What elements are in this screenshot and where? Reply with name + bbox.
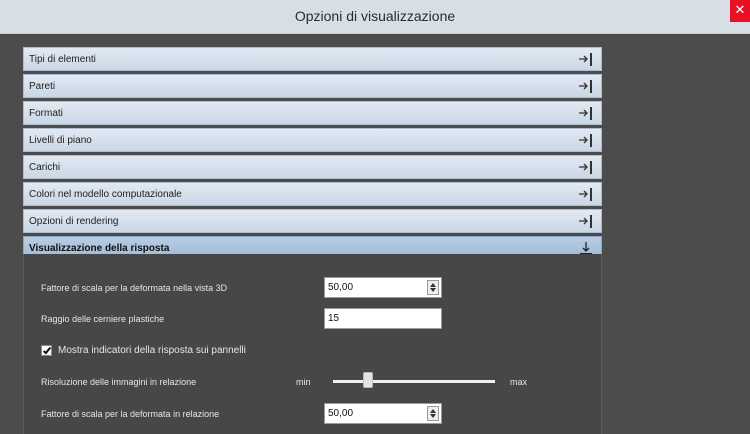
expand-arrow-icon bbox=[579, 80, 592, 93]
plastic-hinge-radius-label: Raggio delle cerniere plastiche bbox=[41, 314, 165, 324]
deform-scale-3d-value: 50,00 bbox=[328, 282, 354, 293]
section-label: Opzioni di rendering bbox=[29, 216, 119, 227]
resolution-slider-track[interactable] bbox=[333, 380, 495, 383]
slider-min-label: min bbox=[296, 377, 311, 387]
deform-scale-report-label: Fattore di scala per la deformata in rel… bbox=[41, 409, 220, 419]
expand-arrow-icon bbox=[579, 215, 592, 228]
spin-buttons[interactable] bbox=[427, 280, 439, 295]
section-carichi[interactable]: Carichi bbox=[23, 155, 602, 179]
section-label: Pareti bbox=[29, 81, 56, 92]
expand-arrow-icon bbox=[579, 188, 592, 201]
window-title: Opzioni di visualizzazione bbox=[294, 8, 456, 24]
show-indicators-checkbox[interactable] bbox=[41, 345, 52, 356]
response-panel: Fattore di scala per la deformata nella … bbox=[23, 254, 602, 434]
section-label: Colori nel modello computazionale bbox=[29, 189, 182, 200]
plastic-hinge-radius-input[interactable]: 15 bbox=[324, 308, 442, 329]
slider-max-label: max bbox=[510, 377, 528, 387]
section-colori-modello[interactable]: Colori nel modello computazionale bbox=[23, 182, 602, 206]
expand-arrow-icon bbox=[579, 161, 592, 174]
section-tipi-di-elementi[interactable]: Tipi di elementi bbox=[23, 47, 602, 71]
spin-buttons[interactable] bbox=[427, 406, 439, 421]
deform-scale-3d-input[interactable]: 50,00 bbox=[324, 277, 442, 298]
expand-arrow-icon bbox=[579, 134, 592, 147]
image-resolution-label: Risoluzione delle immagini in relazione bbox=[41, 377, 197, 387]
close-button[interactable]: ✕ bbox=[730, 0, 750, 22]
plastic-hinge-radius-value: 15 bbox=[328, 313, 340, 324]
section-label: Livelli di piano bbox=[29, 135, 92, 146]
deform-scale-3d-label: Fattore di scala per la deformata nella … bbox=[41, 283, 228, 293]
section-formati[interactable]: Formati bbox=[23, 101, 602, 125]
show-indicators-label: Mostra indicatori della risposta sui pan… bbox=[58, 345, 246, 356]
section-label: Visualizzazione della risposta bbox=[29, 243, 170, 254]
expand-arrow-icon bbox=[579, 53, 592, 66]
section-label: Formati bbox=[29, 108, 63, 119]
expand-arrow-icon bbox=[579, 107, 592, 120]
deform-scale-report-value: 50,00 bbox=[328, 408, 354, 419]
section-pareti[interactable]: Pareti bbox=[23, 74, 602, 98]
deform-scale-report-input[interactable]: 50,00 bbox=[324, 403, 442, 424]
section-label: Carichi bbox=[29, 162, 61, 173]
options-accordion: Tipi di elementi Pareti Formati Livelli … bbox=[23, 47, 602, 260]
resolution-slider-thumb[interactable] bbox=[363, 372, 373, 388]
section-opzioni-rendering[interactable]: Opzioni di rendering bbox=[23, 209, 602, 233]
window-titlebar: Opzioni di visualizzazione ✕ bbox=[0, 0, 750, 34]
checkmark-icon bbox=[42, 345, 52, 355]
section-label: Tipi di elementi bbox=[29, 54, 96, 65]
section-livelli-di-piano[interactable]: Livelli di piano bbox=[23, 128, 602, 152]
